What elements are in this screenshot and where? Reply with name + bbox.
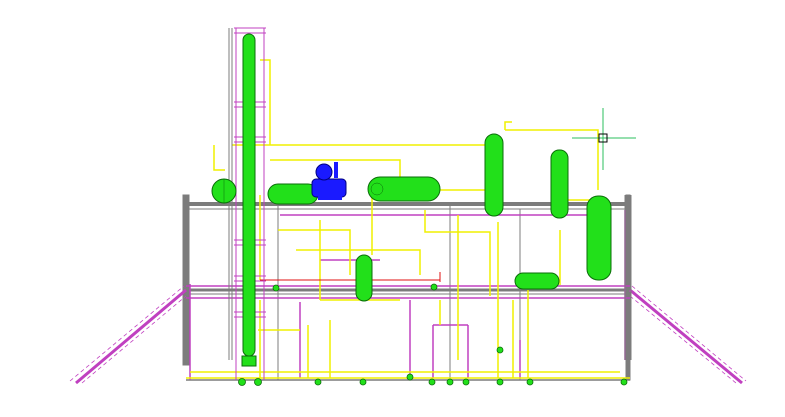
vertical-vessel-lower[interactable] [355, 254, 373, 302]
left-ramp [69, 285, 187, 385]
horizontal-drum-center[interactable] [367, 176, 441, 202]
sphere-tank[interactable] [211, 178, 237, 204]
vertical-vessel-tall[interactable] [484, 133, 504, 217]
vertical-vessel-right[interactable] [586, 195, 612, 281]
horizontal-drum-lower-right[interactable] [514, 272, 560, 290]
model-viewport[interactable] [0, 0, 785, 417]
right-ramp [629, 285, 747, 385]
pump-package[interactable] [311, 162, 347, 200]
horizontal-drum-left[interactable] [267, 183, 319, 205]
vertical-vessel-mid[interactable] [550, 149, 569, 219]
plant-model-scene[interactable] [0, 0, 785, 417]
distillation-column[interactable] [241, 33, 257, 367]
crosshair-cursor [572, 108, 636, 170]
